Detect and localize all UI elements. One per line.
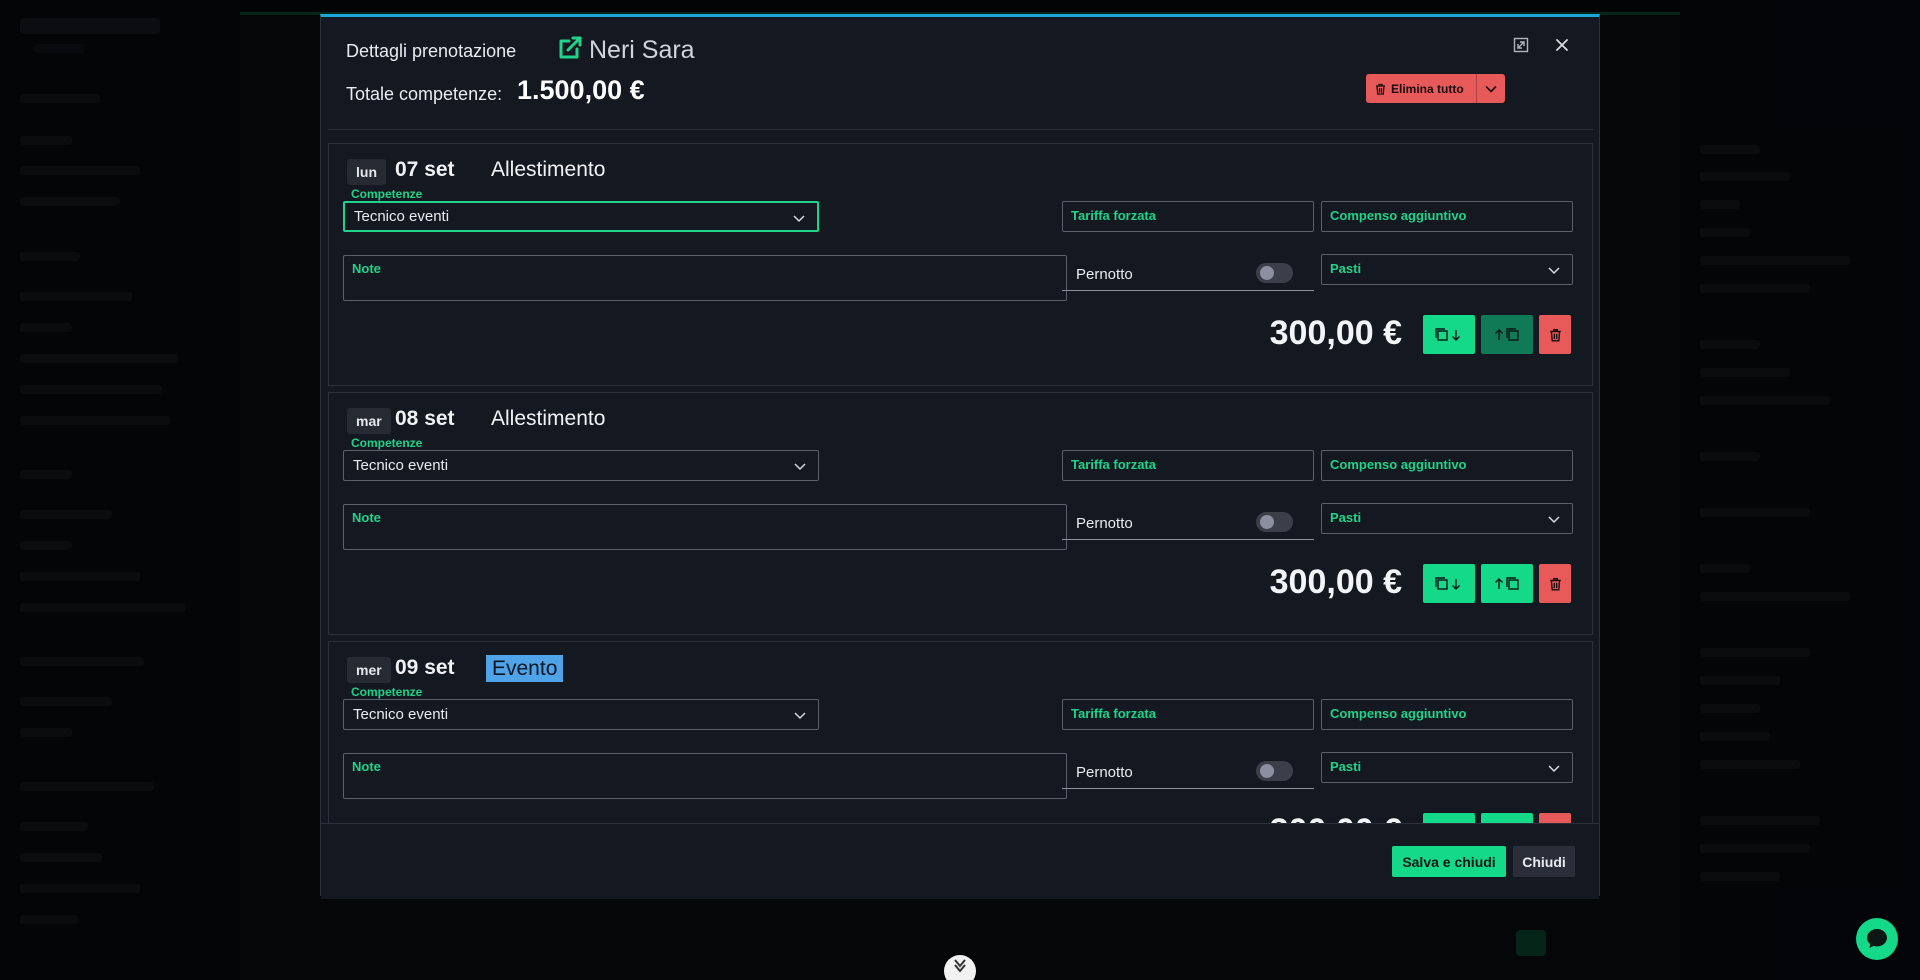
competenze-value: Tecnico eventi	[354, 208, 450, 225]
chevron-down-icon	[794, 712, 806, 720]
competenze-value: Tecnico eventi	[353, 457, 449, 474]
pernotto-control: Pernotto	[1062, 255, 1314, 291]
chevron-down-icon	[1548, 765, 1560, 773]
chevron-down-icon	[1485, 85, 1497, 93]
delete-all-main[interactable]: Elimina tutto	[1366, 74, 1476, 103]
chevron-down-icon	[1548, 516, 1560, 524]
activity-name: Allestimento	[491, 158, 606, 181]
delete-day-button[interactable]	[1539, 564, 1571, 603]
day-card: mar 08 set Allestimento Competenze Tecni…	[328, 392, 1593, 635]
external-link-icon[interactable]	[556, 34, 584, 62]
pasti-label: Pasti	[1330, 759, 1362, 774]
copy-up-button[interactable]	[1481, 564, 1533, 603]
delete-day-button[interactable]	[1539, 813, 1571, 823]
competenze-label: Competenze	[351, 436, 423, 450]
compenso-aggiuntivo-field[interactable]: Compenso aggiuntivo	[1321, 699, 1573, 730]
day-amount: 300,00 €	[1269, 563, 1402, 601]
person-name[interactable]: Neri Sara	[589, 36, 695, 65]
tariffa-forzata-field[interactable]: Tariffa forzata	[1062, 201, 1314, 232]
trash-icon	[1376, 83, 1385, 95]
pernotto-toggle[interactable]	[1256, 263, 1293, 283]
pernotto-toggle[interactable]	[1256, 512, 1293, 532]
scroll-down-indicator[interactable]	[944, 955, 976, 980]
save-and-close-button[interactable]: Salva e chiudi	[1392, 846, 1506, 877]
activity-name: Allestimento	[491, 407, 606, 430]
copy-down-icon	[1435, 327, 1460, 341]
trash-icon	[1549, 328, 1561, 342]
pernotto-control: Pernotto	[1062, 504, 1314, 540]
chevron-down-icon	[954, 959, 966, 973]
day-amount: 300,00 €	[1270, 812, 1402, 823]
booking-details-modal: Dettagli prenotazione Neri Sara Totale c…	[320, 14, 1600, 899]
pernotto-toggle[interactable]	[1256, 761, 1293, 781]
tariffa-forzata-field[interactable]: Tariffa forzata	[1062, 699, 1314, 730]
close-icon[interactable]	[1553, 36, 1571, 54]
pasti-label: Pasti	[1330, 261, 1362, 276]
trash-icon	[1549, 577, 1561, 591]
delete-all-button[interactable]: Elimina tutto	[1366, 74, 1505, 103]
copy-down-button[interactable]	[1423, 564, 1475, 603]
chat-button[interactable]	[1856, 918, 1898, 960]
chevron-down-icon	[794, 463, 806, 471]
pasti-select[interactable]: Pasti	[1321, 503, 1573, 534]
total-value: 1.500,00 €	[517, 75, 645, 105]
chevron-down-icon	[793, 215, 805, 223]
competenze-select[interactable]: Tecnico eventi	[343, 201, 819, 232]
pernotto-control: Pernotto	[1062, 753, 1314, 789]
modal-body[interactable]: lun 07 set Allestimento Competenze Tecni…	[328, 129, 1593, 823]
day-of-week: mar	[347, 408, 391, 434]
pasti-select[interactable]: Pasti	[1321, 254, 1573, 285]
modal-title: Dettagli prenotazione	[346, 41, 517, 61]
chevron-down-icon	[1548, 267, 1560, 275]
modal-footer: Salva e chiudi Chiudi	[321, 823, 1599, 899]
day-date: 08 set	[395, 407, 455, 430]
pasti-select[interactable]: Pasti	[1321, 752, 1573, 783]
pernotto-label: Pernotto	[1076, 515, 1133, 532]
copy-up-icon	[1495, 327, 1519, 341]
pasti-label: Pasti	[1330, 510, 1362, 525]
copy-up-button[interactable]	[1481, 813, 1533, 823]
day-date: 09 set	[395, 656, 455, 679]
day-date: 07 set	[395, 158, 455, 181]
note-field[interactable]: Note	[343, 255, 1067, 301]
competenze-label: Competenze	[351, 685, 423, 699]
copy-down-icon	[1435, 576, 1460, 590]
copy-up-icon	[1495, 576, 1519, 590]
copy-down-button[interactable]	[1423, 813, 1475, 823]
note-field[interactable]: Note	[343, 504, 1067, 550]
expand-icon[interactable]	[1513, 37, 1529, 53]
day-of-week: lun	[347, 159, 386, 185]
competenze-select[interactable]: Tecnico eventi	[343, 450, 819, 481]
total-label: Totale competenze:	[346, 84, 503, 104]
modal-header: Dettagli prenotazione Neri Sara Totale c…	[321, 17, 1599, 129]
copy-down-button[interactable]	[1423, 315, 1475, 354]
pernotto-label: Pernotto	[1076, 266, 1133, 283]
copy-up-button[interactable]	[1481, 315, 1533, 354]
pernotto-label: Pernotto	[1076, 764, 1133, 781]
day-card: mer 09 set Evento Competenze Tecnico eve…	[328, 641, 1593, 823]
compenso-aggiuntivo-field[interactable]: Compenso aggiuntivo	[1321, 201, 1573, 232]
day-of-week: mer	[347, 657, 391, 683]
day-card: lun 07 set Allestimento Competenze Tecni…	[328, 143, 1593, 386]
delete-all-label: Elimina tutto	[1391, 81, 1464, 96]
close-button[interactable]: Chiudi	[1513, 846, 1575, 877]
delete-all-dropdown[interactable]	[1476, 74, 1505, 103]
competenze-value: Tecnico eventi	[353, 706, 449, 723]
day-amount: 300,00 €	[1269, 314, 1402, 352]
competenze-label: Competenze	[351, 187, 423, 201]
competenze-select[interactable]: Tecnico eventi	[343, 699, 819, 730]
compenso-aggiuntivo-field[interactable]: Compenso aggiuntivo	[1321, 450, 1573, 481]
delete-day-button[interactable]	[1539, 315, 1571, 354]
tariffa-forzata-field[interactable]: Tariffa forzata	[1062, 450, 1314, 481]
note-field[interactable]: Note	[343, 753, 1067, 799]
chat-icon	[1867, 929, 1887, 948]
activity-name: Evento	[486, 655, 564, 682]
